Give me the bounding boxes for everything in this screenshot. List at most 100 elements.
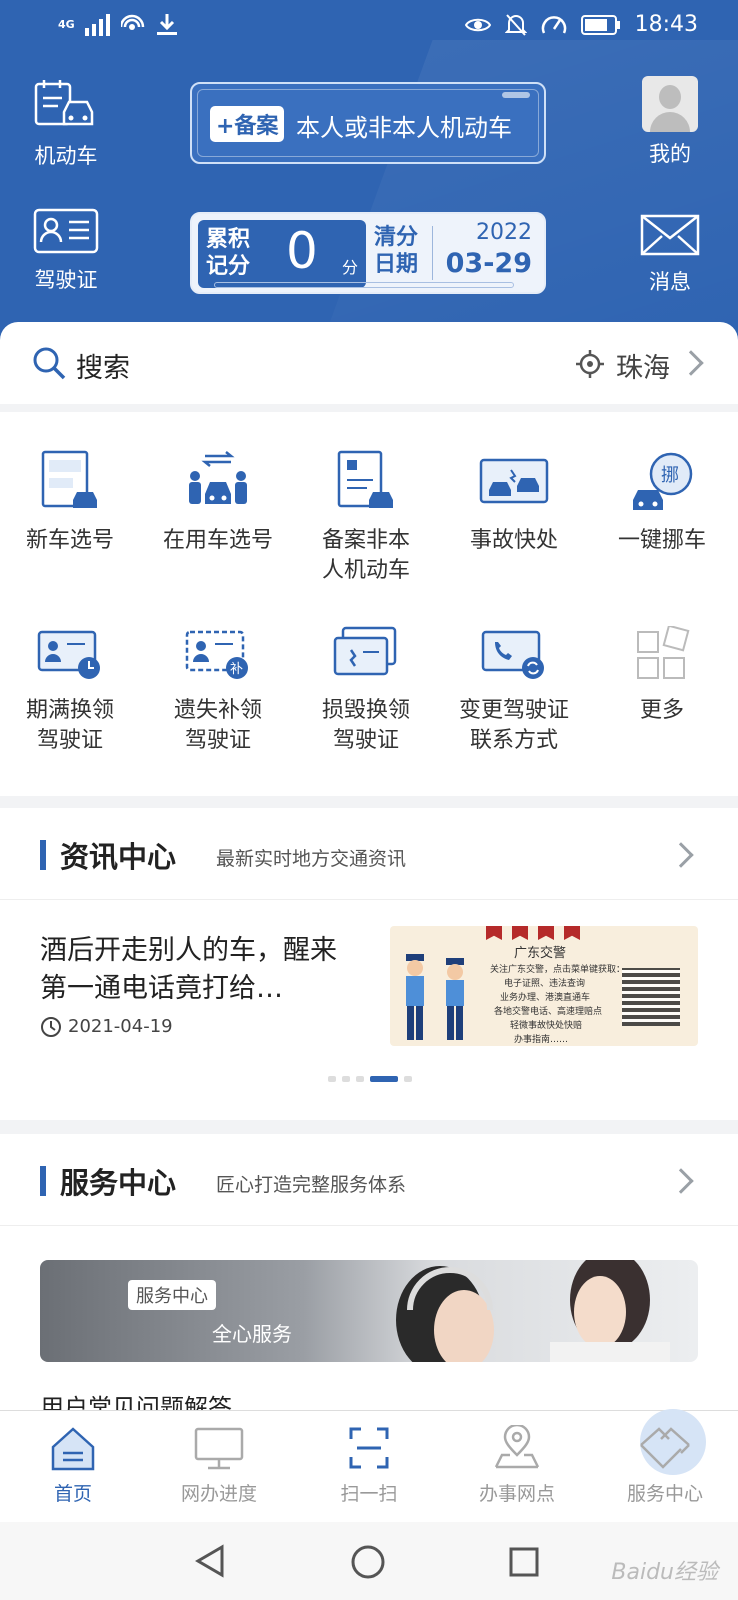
register-text: 本人或非本人机动车 — [296, 114, 512, 142]
nav-service-center[interactable]: 服务中心 — [600, 1425, 730, 1506]
news-header[interactable]: 资讯中心 最新实时地方交通资讯 — [0, 808, 738, 900]
banner-tag: 服务中心 — [128, 1280, 216, 1310]
service-label: 损毁换领 驾驶证 — [321, 698, 410, 753]
service-car-swap[interactable]: 在用车选号 — [144, 450, 292, 556]
bunting-decoration — [538, 926, 554, 940]
nav-label: 网办进度 — [180, 1483, 257, 1505]
service-contact-change[interactable]: 变更驾驶证 联系方式 — [440, 626, 588, 756]
service-register-other-vehicle[interactable]: 备案非本 人机动车 — [292, 450, 440, 586]
register-vehicle-card[interactable]: +备案 本人或非本人机动车 — [190, 82, 546, 164]
city-selector[interactable]: 珠海 — [616, 346, 670, 385]
service-center-title: 服务中心 — [60, 1166, 177, 1200]
agent-illustration — [396, 1260, 670, 1362]
search-bar[interactable]: 搜索 珠海 — [0, 322, 738, 404]
service-license-replace[interactable]: 补 遗失补领 驾驶证 — [144, 626, 292, 756]
service-label: 期满换领 驾驶证 — [25, 698, 114, 753]
license-icon — [33, 208, 99, 254]
signal-icon — [84, 14, 110, 36]
handshake-icon — [640, 1427, 690, 1469]
mine-button[interactable]: 我的 — [610, 76, 730, 168]
clock-icon — [41, 1017, 61, 1037]
bottom-nav: 首页 网办进度 扫一扫 办事网点 服务中心 — [0, 1409, 738, 1522]
hotspot-icon — [120, 14, 144, 30]
vehicle-icon — [34, 80, 94, 126]
svg-text:补: 补 — [230, 662, 243, 677]
messages-button[interactable]: 消息 — [610, 214, 730, 296]
nav-home[interactable]: 首页 — [8, 1425, 138, 1506]
service-center-section: 服务中心 匠心打造完整服务体系 服务中心 全心服务 用户常见问题解答 — [0, 1134, 738, 1422]
home-icon — [51, 1427, 95, 1471]
battery-icon — [580, 14, 620, 35]
clear-year: 2022 — [476, 220, 532, 245]
nav-label: 服务中心 — [626, 1483, 703, 1505]
news-section: 资讯中心 最新实时地方交通资讯 酒后开走别人的车，醒来第一通电话竟打给… 202… — [0, 808, 738, 1120]
news-item-title: 酒后开走别人的车，醒来第一通电话竟打给… — [40, 935, 337, 1004]
nav-offices[interactable]: 办事网点 — [452, 1423, 582, 1506]
app-header: 4G 18:43 机动车 驾驶证 我的 消息 +备案 本人或非本人机动车 累积记… — [0, 0, 738, 340]
nav-progress[interactable]: 网办进度 — [154, 1425, 284, 1506]
service-center-header[interactable]: 服务中心 匠心打造完整服务体系 — [0, 1134, 738, 1226]
nav-label: 首页 — [53, 1483, 92, 1505]
service-label: 备案非本 人机动车 — [321, 528, 410, 583]
clear-date: 03-29 — [445, 248, 532, 279]
monitor-icon — [194, 1427, 244, 1470]
speed-icon — [541, 15, 566, 34]
svg-text:挪: 挪 — [661, 465, 679, 486]
service-new-car-plate[interactable]: 新车选号 — [0, 450, 144, 556]
vehicle-label: 机动车 — [34, 144, 98, 168]
points-box: 累积记分 0 分 — [198, 220, 366, 288]
bunting-decoration — [512, 926, 528, 940]
watermark: Baidu经验 — [611, 1560, 718, 1585]
carousel-dot-active — [370, 1076, 398, 1082]
service-label: 在用车选号 — [162, 528, 273, 553]
plate-decoration — [214, 282, 514, 288]
service-banner[interactable]: 服务中心 全心服务 — [40, 1260, 698, 1362]
search-icon — [33, 347, 66, 380]
service-license-damaged[interactable]: 损毁换领 驾驶证 — [292, 626, 440, 756]
section-accent — [40, 1166, 46, 1196]
back-icon[interactable] — [194, 1544, 226, 1578]
download-icon — [156, 14, 177, 35]
chevron-right-icon — [668, 842, 694, 868]
new-car-plate-icon — [41, 450, 97, 508]
carousel-dot — [356, 1076, 364, 1082]
accident-icon — [479, 458, 549, 504]
more-grid-icon — [637, 626, 690, 679]
plate-decoration — [502, 92, 530, 98]
news-title: 资讯中心 — [60, 840, 177, 874]
thumbnail-line: 业务办理、港澳直通车 — [500, 993, 591, 1003]
home-circle-icon[interactable] — [350, 1544, 386, 1580]
thumbnail-line: 轻微事故快处快赔 — [510, 1021, 583, 1031]
service-move-car[interactable]: 挪 一键挪车 — [588, 450, 736, 556]
register-document-icon — [337, 450, 393, 508]
service-label: 变更驾驶证 联系方式 — [458, 698, 569, 753]
service-label: 一键挪车 — [617, 528, 706, 553]
move-car-icon: 挪 — [633, 452, 693, 510]
thumbnail-line: 电子证照、违法查询 — [504, 979, 586, 989]
nav-scan[interactable]: 扫一扫 — [304, 1409, 706, 1506]
mine-label: 我的 — [649, 142, 691, 166]
clear-date-label: 清分日期 — [374, 225, 419, 277]
contact-change-icon — [481, 630, 544, 679]
search-input[interactable]: 搜索 — [76, 346, 130, 385]
carousel-dot — [404, 1076, 412, 1082]
points-value: 0 — [286, 222, 318, 280]
recents-icon[interactable] — [508, 1546, 540, 1578]
thumbnail-line: 关注广东交警，点击菜单键获取： — [490, 965, 626, 975]
vehicle-button[interactable]: 机动车 — [6, 78, 126, 170]
car-swap-icon — [189, 451, 247, 504]
divider — [432, 226, 433, 280]
service-label: 事故快处 — [469, 528, 558, 553]
mute-bell-icon — [504, 13, 527, 36]
status-bar: 4G 18:43 — [0, 0, 738, 56]
chevron-right-icon — [668, 1168, 694, 1194]
news-item-date: 2021-04-19 — [68, 1016, 173, 1037]
section-accent — [40, 840, 46, 870]
points-unit: 分 — [342, 258, 359, 277]
service-license-renew[interactable]: 期满换领 驾驶证 — [0, 626, 144, 756]
thumbnail-line: 办事指南…… — [514, 1035, 569, 1045]
points-card[interactable]: 累积记分 0 分 清分日期 2022 03-29 — [190, 212, 546, 294]
license-button[interactable]: 驾驶证 — [6, 208, 126, 294]
service-more[interactable]: 更多 — [588, 626, 736, 726]
service-accident[interactable]: 事故快处 — [440, 450, 588, 556]
